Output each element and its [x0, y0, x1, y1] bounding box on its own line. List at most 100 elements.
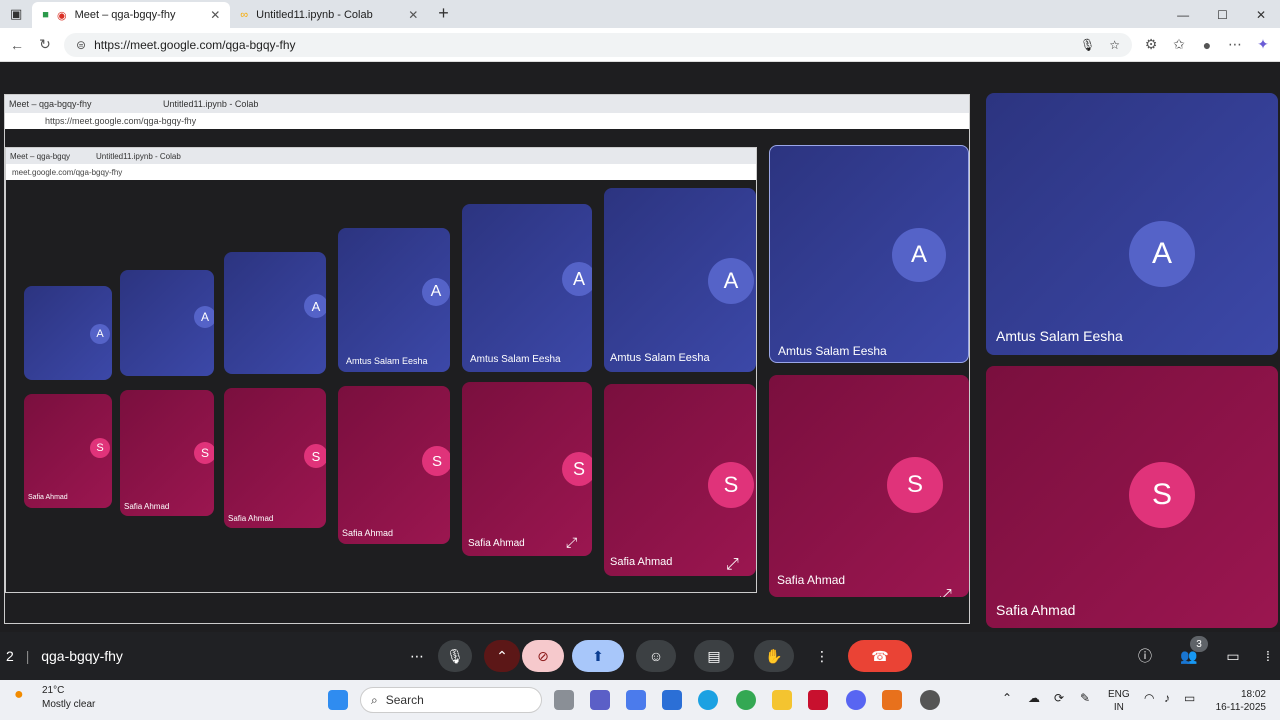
avatar: S — [304, 444, 326, 468]
tab-colab[interactable]: ∞ Untitled11.ipynb - Colab ✕ — [230, 2, 428, 28]
lang-primary: ENG — [1108, 689, 1130, 700]
minimize-icon[interactable]: — — [1177, 8, 1189, 22]
more-vert-icon[interactable]: ⋮ — [806, 640, 838, 672]
leave-call-button[interactable]: ☎ — [848, 640, 912, 672]
discord-icon[interactable] — [846, 690, 866, 710]
site-info-icon[interactable]: ⊜ — [76, 38, 86, 52]
mic-indicator-icon[interactable]: 🎙 — [1080, 38, 1095, 52]
participant-tile-s[interactable]: S Safia Ahmad — [120, 390, 214, 516]
pen-icon[interactable]: ✎ — [1080, 692, 1090, 705]
onedrive-icon[interactable]: ☁ — [1028, 692, 1040, 705]
edge-icon[interactable] — [698, 690, 718, 710]
back-icon[interactable]: ← — [8, 37, 26, 53]
tray-chevron-icon[interactable]: ⌃ — [1002, 692, 1012, 705]
copilot-icon[interactable]: ✦ — [1254, 36, 1272, 53]
nested-url-text: https://meet.google.com/qga-bgqy-fhy — [45, 116, 197, 126]
new-tab-icon[interactable]: + — [428, 3, 459, 28]
wifi-icon[interactable]: ◠ — [1144, 692, 1154, 705]
extensions-icon[interactable]: ⚙ — [1142, 36, 1160, 53]
language-indicator[interactable]: ENG IN — [1108, 688, 1130, 714]
search-icon: ⌕ — [371, 692, 378, 707]
participant-name: Safia Ahmad — [124, 502, 170, 511]
nested-tab-title: Untitled11.ipynb - Colab — [163, 99, 259, 109]
avatar: A — [1129, 221, 1195, 287]
participant-tile-a[interactable]: A — [120, 270, 214, 376]
chat-icon[interactable]: ▭ — [1218, 640, 1248, 672]
window-menu-icon[interactable]: ▣ — [0, 6, 32, 28]
meeting-details-icon[interactable]: ⓘ — [1130, 640, 1160, 672]
participant-tile-s[interactable]: S Safia Ahmad ⤢ — [769, 375, 969, 597]
tab-meet[interactable]: ■ ◉ Meet – qga-bgqy-fhy ✕ — [32, 2, 231, 28]
avatar: A — [194, 306, 214, 328]
file-explorer-icon[interactable] — [772, 690, 792, 710]
close-window-icon[interactable]: ✕ — [1256, 8, 1266, 22]
nested-window-2: Meet – qga-bgqy-fhy Untitled11.ipynb - C… — [5, 147, 757, 593]
mic-button[interactable]: 🎙 — [438, 640, 472, 672]
chrome-icon[interactable] — [736, 690, 756, 710]
participant-tile-a[interactable]: A — [986, 93, 1278, 355]
clock[interactable]: 18:02 16-11-2025 — [1210, 688, 1266, 714]
volume-icon[interactable]: ♪ — [1164, 692, 1170, 705]
avatar: S — [1129, 462, 1195, 528]
expand-icon[interactable]: ⤢ — [566, 534, 577, 551]
taskbar-search[interactable]: ⌕ Search — [360, 687, 542, 713]
favorites-icon[interactable]: ✩ — [1170, 36, 1188, 53]
participant-tile-s[interactable]: S Safia Ahmad — [24, 394, 112, 508]
participant-tile-s[interactable]: S Safia Ahmad — [338, 386, 450, 544]
raise-hand-icon[interactable]: ✋ — [754, 640, 794, 672]
participant-tile-s[interactable]: S Safia Ahmad ⤢ — [604, 384, 756, 576]
present-screen-icon[interactable]: ⬆ — [572, 640, 624, 672]
participant-tile-s[interactable]: S Safia Ahmad ⤢ — [462, 382, 592, 556]
avatar: A — [422, 278, 450, 306]
participant-name: Safia Ahmad — [468, 538, 525, 549]
reload-icon[interactable]: ↻ — [36, 36, 54, 53]
weather-widget[interactable]: ● 21°C Mostly clear — [14, 684, 95, 712]
mcafee-icon[interactable] — [808, 690, 828, 710]
profile-icon[interactable]: ● — [1198, 37, 1216, 53]
task-view-icon[interactable] — [554, 690, 574, 710]
url-text: https://meet.google.com/qga-bgqy-fhy — [94, 37, 296, 52]
app-icon[interactable] — [882, 690, 902, 710]
emoji-icon[interactable]: ☺ — [636, 640, 676, 672]
camera-off-icon[interactable]: ⊘ — [522, 640, 564, 672]
store-icon[interactable] — [662, 690, 682, 710]
weather-temp: 21°C — [42, 685, 65, 696]
battery-icon[interactable]: ▭ — [1184, 692, 1195, 705]
page-number: 2 — [6, 648, 14, 664]
avatar: A — [562, 262, 592, 296]
participant-name: Amtus Salam Eesha — [778, 344, 887, 358]
sync-icon[interactable]: ⟳ — [1054, 692, 1064, 705]
teams-icon[interactable] — [590, 690, 610, 710]
close-tab-icon[interactable]: ✕ — [408, 8, 418, 22]
participant-tile-a[interactable]: A Amtus Salam Eesha — [462, 204, 592, 372]
colab-favicon-icon: ∞ — [240, 9, 249, 21]
recording-icon: ◉ — [56, 9, 67, 22]
meet-favicon-icon: ■ — [42, 9, 49, 21]
participant-tile-a[interactable]: A — [24, 286, 112, 380]
participant-tile-a[interactable]: A Amtus Salam Eesha — [604, 188, 756, 372]
nested-tab-bar: Meet – qga-bgqy-fhy Untitled11.ipynb - C… — [5, 95, 969, 113]
captions-icon[interactable]: ▤ — [694, 640, 734, 672]
expand-icon[interactable]: ⤢ — [726, 556, 739, 574]
maximize-icon[interactable]: ☐ — [1217, 8, 1228, 22]
more-menu-icon[interactable]: ⋯ — [1226, 36, 1244, 53]
copilot-app-icon[interactable] — [626, 690, 646, 710]
participant-tile-a[interactable]: A Amtus Salam Eesha — [338, 228, 450, 372]
nested-address-bar: https://meet.google.com/qga-bgqy-fhy — [5, 113, 969, 129]
avatar: A — [304, 294, 326, 318]
close-tab-icon[interactable]: ✕ — [210, 8, 220, 22]
app-icon[interactable] — [920, 690, 940, 710]
participant-tile-a[interactable]: A Amtus Salam Eesha — [769, 145, 969, 363]
nested-url-text: meet.google.com/qga-bgqy-fhy — [12, 167, 123, 177]
expand-icon[interactable]: ⤢ — [939, 587, 952, 597]
camera-options-button[interactable]: ⌃ — [484, 640, 520, 672]
participant-tile-s[interactable]: S Safia Ahmad — [224, 388, 326, 528]
activities-icon[interactable]: ⁞ — [1258, 640, 1278, 672]
windows-start-icon[interactable] — [328, 690, 348, 710]
clock-date: 16-11-2025 — [1215, 702, 1266, 713]
more-options-icon[interactable]: ⋯ — [400, 640, 434, 672]
participant-tile-s[interactable]: S Safia Ahmad — [986, 366, 1278, 628]
url-field[interactable]: ⊜ https://meet.google.com/qga-bgqy-fhy 🎙… — [64, 32, 1132, 57]
bookmark-star-icon[interactable]: ☆ — [1109, 38, 1120, 52]
participant-tile-a[interactable]: A — [224, 252, 326, 374]
